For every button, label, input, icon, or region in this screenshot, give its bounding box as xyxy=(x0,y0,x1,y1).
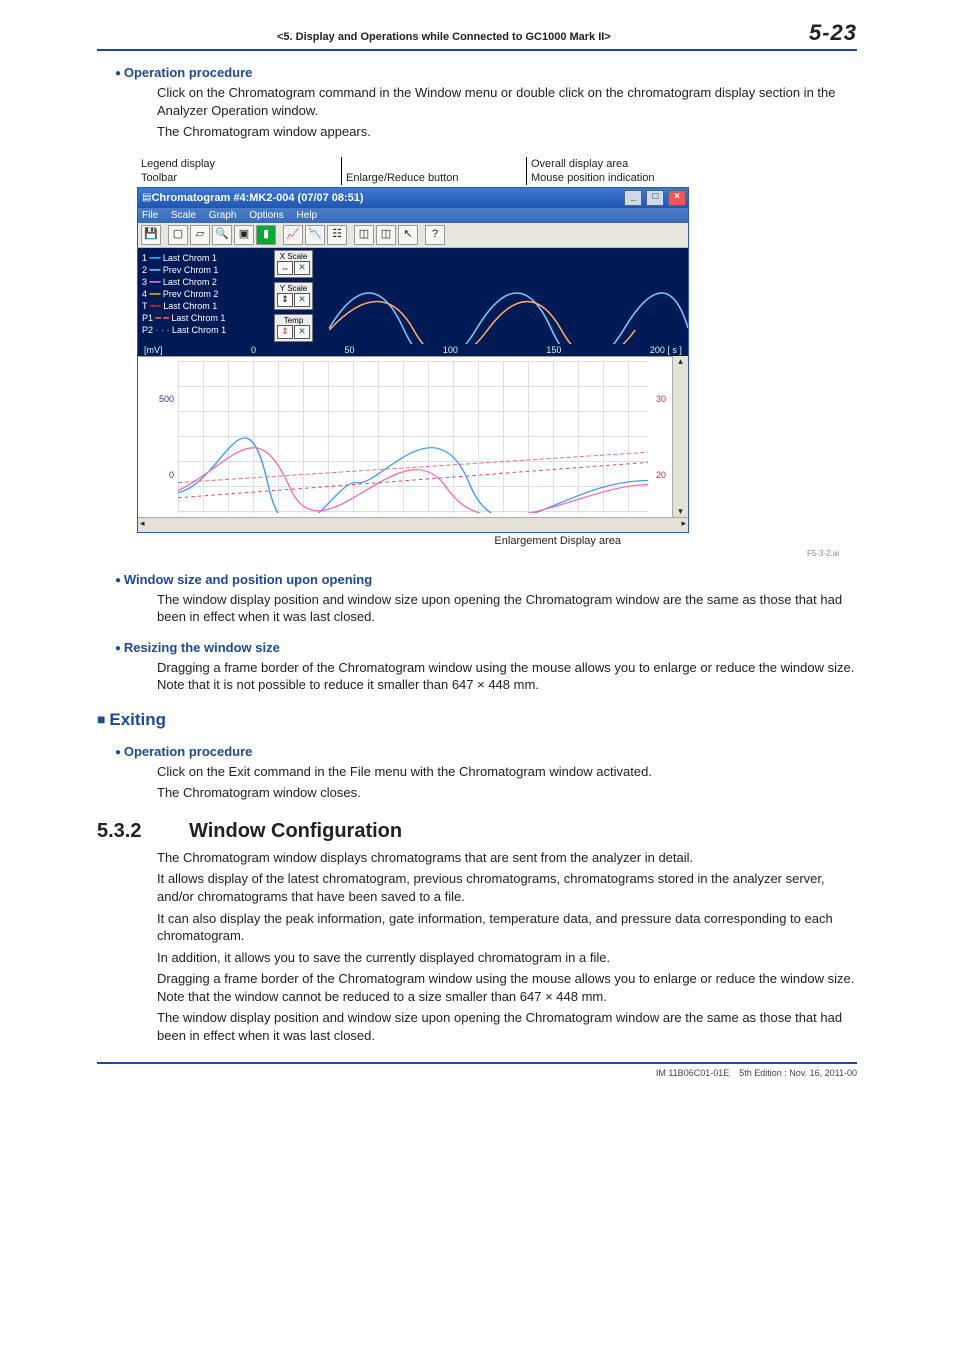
close-button[interactable]: × xyxy=(668,190,686,206)
tool-icon[interactable]: ▢ xyxy=(168,225,188,245)
chart-icon[interactable]: ☷ xyxy=(327,225,347,245)
scroll-left-icon[interactable]: ◂ xyxy=(138,518,147,532)
menu-options[interactable]: Options xyxy=(249,210,283,221)
heading-operation-procedure-1: Operation procedure xyxy=(115,65,857,80)
chart-icon[interactable]: 📉 xyxy=(305,225,325,245)
overall-display-area[interactable]: X Scale ⇔✕ Y Scale ⇕✕ Temp ⇕✕ xyxy=(266,248,688,344)
minimize-button[interactable]: _ xyxy=(624,190,642,206)
y-axis: 500 0 xyxy=(138,357,176,517)
tool-icon[interactable]: ◫ xyxy=(376,225,396,245)
para-exit-1: Click on the Exit command in the File me… xyxy=(157,763,857,781)
para-exit-2: The Chromatogram window closes. xyxy=(157,784,857,802)
overview-waveform xyxy=(266,248,688,344)
tool-icon[interactable]: ▱ xyxy=(190,225,210,245)
tool-icon[interactable]: ▣ xyxy=(234,225,254,245)
menu-help[interactable]: Help xyxy=(297,210,318,221)
para-resize: Dragging a frame border of the Chromatog… xyxy=(157,659,857,694)
window-titlebar[interactable]: ▤ Chromatogram #4:MK2-004 (07/07 08:51) … xyxy=(138,188,688,208)
right-axis: 30 20 xyxy=(650,357,672,517)
callout-toolbar: Toolbar xyxy=(141,172,333,184)
legend-panel: 1 ━━ Last Chrom 1 2 ━━ Prev Chrom 1 3 ━━… xyxy=(138,248,266,344)
zoom-in-icon[interactable]: 🔍 xyxy=(212,225,232,245)
pointer-icon[interactable]: ↖ xyxy=(398,225,418,245)
maximize-button[interactable]: □ xyxy=(646,190,664,206)
heading-window-size: Window size and position upon opening xyxy=(115,572,857,587)
menubar[interactable]: File Scale Graph Options Help xyxy=(138,208,688,223)
para-532-5: Dragging a frame border of the Chromatog… xyxy=(157,970,857,1005)
callout-legend-display: Legend display xyxy=(141,158,333,171)
enlarge-plot xyxy=(178,361,648,513)
heading-exiting: Exiting xyxy=(97,710,857,730)
para-532-6: The window display position and window s… xyxy=(157,1009,857,1044)
page-footer: IM 11B06C01-01E 5th Edition : Nov. 16, 2… xyxy=(97,1062,857,1078)
callout-enlarge-reduce: Enlarge/Reduce button xyxy=(346,172,518,184)
horizontal-scrollbar[interactable]: ◂ ▸ xyxy=(138,517,688,532)
heading-5-3-2: 5.3.2 Window Configuration xyxy=(97,820,857,843)
figure-callouts: Legend display Toolbar Enlarge/Reduce bu… xyxy=(137,157,857,185)
scroll-right-icon[interactable]: ▸ xyxy=(679,518,688,532)
menu-graph[interactable]: Graph xyxy=(209,210,237,221)
enlargement-display-area[interactable]: 500 0 30 20 xyxy=(138,356,672,517)
toolbar: 💾 ▢ ▱ 🔍 ▣ ▮ 📈 📉 ☷ ◫ ◫ ↖ ? xyxy=(138,223,688,248)
menu-scale[interactable]: Scale xyxy=(171,210,196,221)
app-icon: ▤ xyxy=(142,192,151,203)
para-winsize: The window display position and window s… xyxy=(157,591,857,626)
para-op1-1: Click on the Chromatogram command in the… xyxy=(157,84,857,119)
tool-icon[interactable]: ◫ xyxy=(354,225,374,245)
help-icon[interactable]: ? xyxy=(425,225,445,245)
window-title: Chromatogram #4:MK2-004 (07/07 08:51) xyxy=(151,192,623,204)
chart-icon[interactable]: 📈 xyxy=(283,225,303,245)
heading-resize: Resizing the window size xyxy=(115,640,857,655)
para-532-3: It can also display the peak information… xyxy=(157,910,857,945)
para-532-4: In addition, it allows you to save the c… xyxy=(157,949,857,967)
heading-operation-procedure-2: Operation procedure xyxy=(115,744,857,759)
header-chapter: <5. Display and Operations while Connect… xyxy=(97,31,611,43)
time-axis: [mV] 0 50 100 150 200 [ s ] xyxy=(138,344,688,356)
callout-overall-display: Overall display area xyxy=(531,158,853,171)
scroll-up-icon[interactable]: ▴ xyxy=(673,356,688,367)
tool-icon[interactable]: ▮ xyxy=(256,225,276,245)
para-op1-2: The Chromatogram window appears. xyxy=(157,123,857,141)
chromatogram-window: ▤ Chromatogram #4:MK2-004 (07/07 08:51) … xyxy=(137,187,689,533)
header-page-number: 5-23 xyxy=(809,20,857,46)
scroll-down-icon[interactable]: ▾ xyxy=(673,506,688,517)
vertical-scrollbar[interactable]: ▴ ▾ xyxy=(672,356,688,517)
callout-mouse-position: Mouse position indication xyxy=(531,172,853,184)
para-532-2: It allows display of the latest chromato… xyxy=(157,870,857,905)
figure-caption-enlarge: Enlargement Display area xyxy=(97,535,621,547)
save-icon[interactable]: 💾 xyxy=(141,225,161,245)
figure-id: F5-3-2.ai xyxy=(97,549,839,558)
menu-file[interactable]: File xyxy=(142,210,158,221)
para-532-1: The Chromatogram window displays chromat… xyxy=(157,849,857,867)
